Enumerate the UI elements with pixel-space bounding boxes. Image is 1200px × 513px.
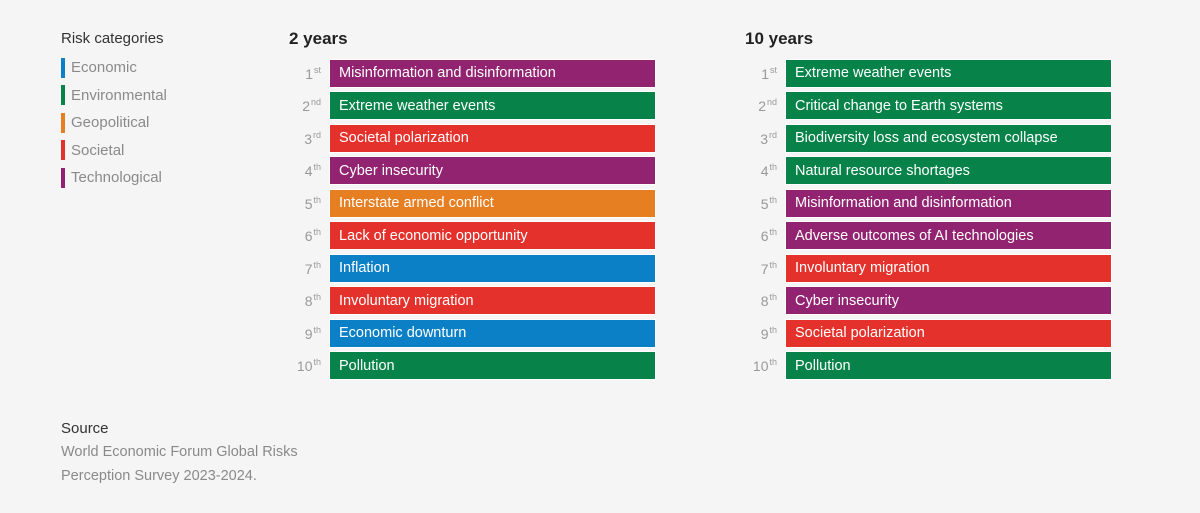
risk-bar: Biodiversity loss and ecosystem collapse: [785, 123, 1112, 153]
risk-bar: Natural resource shortages: [785, 156, 1112, 186]
rank-label: 6th: [304, 227, 321, 245]
risk-row: 2nd Critical change to Earth systems: [745, 90, 1112, 123]
risk-bar: Misinformation and disinformation: [329, 58, 656, 88]
risk-bar: Extreme weather events: [329, 91, 656, 121]
legend-title: Risk categories: [61, 30, 164, 47]
legend-swatch: [61, 57, 65, 78]
risk-row: 1st Extreme weather events: [745, 57, 1112, 90]
risk-bar: Misinformation and disinformation: [785, 188, 1112, 218]
legend-label: Technological: [71, 169, 162, 187]
legend-label: Economic: [71, 59, 137, 77]
legend-item: Environmental: [61, 82, 167, 110]
risk-bar: Adverse outcomes of AI technologies: [785, 221, 1112, 251]
risk-row: 10th Pollution: [745, 350, 1112, 383]
rank-label: 7th: [760, 259, 777, 277]
rank-label: 3rd: [760, 129, 777, 147]
risk-bar: Lack of economic opportunity: [329, 221, 656, 251]
source-title: Source: [61, 420, 109, 437]
rank-label: 3rd: [304, 129, 321, 147]
legend-swatch: [61, 85, 65, 106]
risk-bar: Societal polarization: [329, 123, 656, 153]
risk-row: 3rd Societal polarization: [289, 122, 656, 155]
risk-row: 4th Natural resource shortages: [745, 155, 1112, 188]
rank-label: 6th: [760, 227, 777, 245]
risk-row: 1st Misinformation and disinformation: [289, 57, 656, 90]
rank-label: 10th: [296, 357, 321, 375]
panel-title: 10 years: [745, 29, 814, 48]
risk-row: 10th Pollution: [289, 350, 656, 383]
rank-label: 4th: [304, 162, 321, 180]
legend-swatch: [61, 167, 65, 188]
legend-label: Geopolitical: [71, 114, 150, 132]
risk-row: 6th Lack of economic opportunity: [289, 220, 656, 253]
rank-label: 2nd: [758, 97, 777, 115]
legend-item: Societal: [61, 137, 167, 165]
risk-row: 5th Interstate armed conflict: [289, 187, 656, 220]
risk-bar: Extreme weather events: [785, 58, 1112, 88]
source-line: Perception Survey 2023-2024.: [61, 468, 257, 484]
risk-row: 3rd Biodiversity loss and ecosystem colla…: [745, 122, 1112, 155]
source: Source World Economic Forum Global Risks…: [61, 418, 298, 488]
rank-label: 8th: [760, 292, 777, 310]
panel-10-years: 10 years 1st Extreme weather events 2nd Cri…: [745, 28, 1112, 382]
risk-bar: Inflation: [329, 253, 656, 283]
risk-row: 8th Involuntary migration: [289, 285, 656, 318]
rank-label: 7th: [304, 259, 321, 277]
risk-bar: Cyber insecurity: [329, 156, 656, 186]
legend-item: Technological: [61, 164, 167, 192]
rank-label: 8th: [304, 292, 321, 310]
rank-label: 9th: [760, 324, 777, 342]
panel-title: 2 years: [289, 29, 348, 48]
risk-row: 6th Adverse outcomes of AI technologies: [745, 220, 1112, 253]
legend: Risk categories Economic Environmental Geo…: [61, 30, 167, 192]
risk-bar: Societal polarization: [785, 318, 1112, 348]
legend-label: Environmental: [71, 86, 167, 104]
rank-label: 4th: [760, 162, 777, 180]
risk-bar: Critical change to Earth systems: [785, 91, 1112, 121]
risk-bar: Pollution: [329, 351, 656, 381]
rank-label: 1st: [305, 64, 321, 82]
rank-label: 9th: [304, 324, 321, 342]
risk-row: 7th Inflation: [289, 252, 656, 285]
risk-bar: Interstate armed conflict: [329, 188, 656, 218]
risk-bar: Economic downturn: [329, 318, 656, 348]
rank-label: 5th: [760, 194, 777, 212]
risk-row: 9th Societal polarization: [745, 317, 1112, 350]
risk-row: 8th Cyber insecurity: [745, 285, 1112, 318]
legend-swatch: [61, 112, 65, 133]
risk-row: 7th Involuntary migration: [745, 252, 1112, 285]
legend-item: Economic: [61, 54, 167, 82]
risk-bar: Involuntary migration: [785, 253, 1112, 283]
risk-row: 5th Misinformation and disinformation: [745, 187, 1112, 220]
risk-bar: Cyber insecurity: [785, 286, 1112, 316]
rank-label: 10th: [752, 357, 777, 375]
risk-row: 2nd Extreme weather events: [289, 90, 656, 123]
risk-row: 4th Cyber insecurity: [289, 155, 656, 188]
legend-item: Geopolitical: [61, 109, 167, 137]
rank-label: 1st: [761, 64, 777, 82]
risk-bar: Involuntary migration: [329, 286, 656, 316]
risk-bar: Pollution: [785, 351, 1112, 381]
legend-swatch: [61, 140, 65, 161]
rank-label: 5th: [304, 194, 321, 212]
legend-label: Societal: [71, 141, 125, 159]
risk-row: 9th Economic downturn: [289, 317, 656, 350]
panel-2-years: 2 years 1st Misinformation and disinforma…: [289, 28, 656, 382]
source-line: World Economic Forum Global Risks: [61, 444, 298, 460]
rank-label: 2nd: [302, 97, 321, 115]
